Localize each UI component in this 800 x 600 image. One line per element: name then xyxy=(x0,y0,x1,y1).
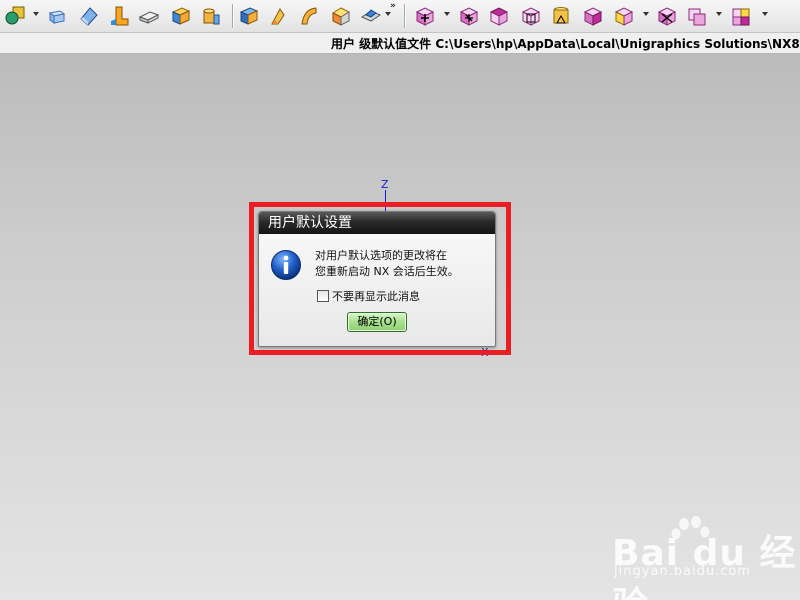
toolbar-overflow-icon[interactable]: » xyxy=(390,2,396,11)
dont-show-again-label[interactable]: 不要再显示此消息 xyxy=(332,288,420,304)
dropdown-arrow-icon[interactable] xyxy=(716,12,722,16)
view-layout-icon[interactable] xyxy=(728,4,754,28)
dialog-title: 用户默认设置 xyxy=(259,212,495,234)
shape-dropdown-icon[interactable] xyxy=(2,4,28,28)
dropdown-arrow-icon[interactable] xyxy=(33,12,39,16)
dropdown-arrow-icon[interactable] xyxy=(762,12,768,16)
section-icon[interactable] xyxy=(328,4,354,28)
view-left-icon[interactable] xyxy=(611,4,637,28)
defaults-file-bar: 用户 级默认值文件 C:\Users\hp\AppData\Local\Unig… xyxy=(0,33,800,54)
user-defaults-dialog: 用户默认设置 对用户默认选项的更改将在 您重新启动 NX 会话后生效。 不要再显… xyxy=(258,211,496,347)
view-copy-icon[interactable] xyxy=(684,4,710,28)
box-solid-icon[interactable] xyxy=(168,4,194,28)
view-right-icon[interactable] xyxy=(580,4,606,28)
watermark-url: jingyan.baidu.com xyxy=(614,564,751,579)
toolbar-separator xyxy=(404,4,406,28)
view-zoom-icon[interactable] xyxy=(456,4,482,28)
view-front-icon[interactable] xyxy=(548,4,574,28)
watermark-brand: Bai du 经验 xyxy=(612,533,797,600)
dropdown-arrow-icon[interactable] xyxy=(444,12,450,16)
dialog-message-line: 对用户默认选项的更改将在 xyxy=(315,249,447,262)
plate-icon[interactable] xyxy=(136,4,162,28)
shade-icon[interactable] xyxy=(358,4,384,28)
view-clip-icon[interactable] xyxy=(654,4,680,28)
cube-icon[interactable] xyxy=(236,4,262,28)
defaults-file-path: 用户 级默认值文件 C:\Users\hp\AppData\Local\Unig… xyxy=(331,37,800,51)
dropdown-arrow-icon[interactable] xyxy=(643,12,649,16)
view-top-icon[interactable] xyxy=(486,4,512,28)
extrude-icon[interactable] xyxy=(106,4,132,28)
dropdown-arrow-icon[interactable] xyxy=(385,12,391,16)
info-icon xyxy=(271,250,301,280)
block-icon[interactable] xyxy=(44,4,70,28)
fold-icon[interactable] xyxy=(266,4,292,28)
main-toolbar: » xyxy=(0,0,800,33)
toolbar-separator xyxy=(232,4,234,28)
dont-show-again-checkbox[interactable] xyxy=(317,290,329,302)
cylinder-solid-icon[interactable] xyxy=(198,4,224,28)
dialog-message-line: 您重新启动 NX 会话后生效。 xyxy=(315,265,459,278)
view-rotate-icon[interactable] xyxy=(412,4,438,28)
surface-icon[interactable] xyxy=(76,4,102,28)
dont-show-again-row[interactable]: 不要再显示此消息 xyxy=(317,288,420,304)
curve-icon[interactable] xyxy=(296,4,322,28)
dialog-message: 对用户默认选项的更改将在 您重新启动 NX 会话后生效。 xyxy=(315,248,459,280)
view-iso-icon[interactable] xyxy=(518,4,544,28)
ok-button[interactable]: 确定(O) xyxy=(347,312,407,332)
